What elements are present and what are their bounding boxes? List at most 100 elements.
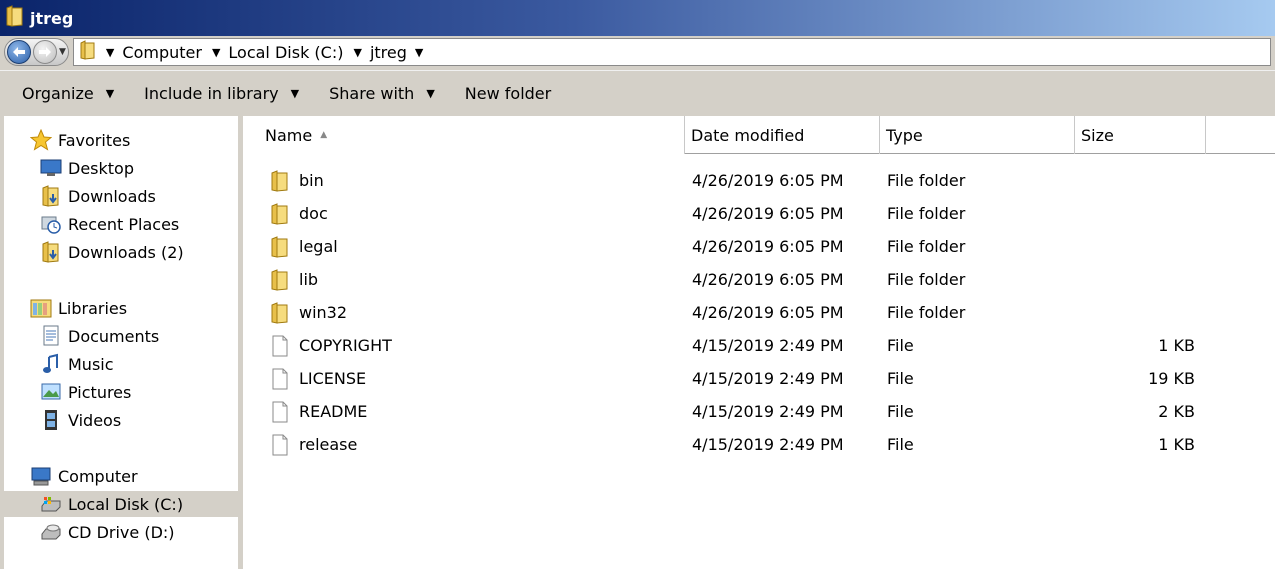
recent-places-icon [40,213,62,235]
chevron-down-icon[interactable]: ▼ [415,46,423,59]
file-name: COPYRIGHT [299,336,392,355]
recent-pages-dropdown-icon[interactable]: ▼ [59,47,66,57]
file-type: File folder [887,270,966,289]
nav-libraries-label: Libraries [58,298,128,318]
pictures-icon [40,381,62,403]
nav-item-music[interactable]: Music [40,351,114,377]
folder-icon [269,268,291,291]
column-header-label: Name [265,125,313,145]
file-row[interactable]: bin 4/26/2019 6:05 PM File folder [243,164,1275,197]
chevron-down-icon[interactable]: ▼ [106,46,114,59]
column-header-name[interactable]: Name ▲ [243,116,685,154]
back-button[interactable] [7,40,31,64]
file-name-cell[interactable]: LICENSE [269,362,679,395]
folder-icon [269,301,291,324]
file-size: 1 KB [1158,435,1195,454]
file-row[interactable]: lib 4/26/2019 6:05 PM File folder [243,263,1275,296]
nav-item-downloads[interactable]: Downloads [40,183,156,209]
file-name: release [299,435,358,454]
file-row[interactable]: LICENSE 4/15/2019 2:49 PM File 19 KB [243,362,1275,395]
new-folder-label: New folder [464,84,552,103]
folder-icon [269,235,291,258]
file-row[interactable]: release 4/15/2019 2:49 PM File 1 KB [243,428,1275,461]
breadcrumb-jtreg[interactable]: ▼ jtreg ▼ [353,43,423,62]
include-in-library-label: Include in library [144,84,279,103]
file-name-cell[interactable]: release [269,428,679,461]
nav-item-desktop[interactable]: Desktop [40,155,134,181]
include-in-library-button[interactable]: Include in library ▼ [144,84,299,103]
column-header-type[interactable]: Type [880,116,1075,154]
file-icon [269,368,291,390]
computer-icon [30,465,52,487]
breadcrumb-label[interactable]: jtreg [370,43,407,62]
nav-item-pictures[interactable]: Pictures [40,379,131,405]
file-row[interactable]: COPYRIGHT 4/15/2019 2:49 PM File 1 KB [243,329,1275,362]
column-header-label: Size [1081,125,1114,145]
nav-libraries[interactable]: Libraries [30,295,127,321]
file-date-modified: 4/26/2019 6:05 PM [692,204,844,223]
file-icon [269,335,291,357]
file-name-cell[interactable]: lib [269,263,679,296]
star-icon [30,129,52,151]
file-name-cell[interactable]: doc [269,197,679,230]
new-folder-button[interactable]: New folder [465,84,551,103]
file-name-cell[interactable]: win32 [269,296,679,329]
file-row[interactable]: doc 4/26/2019 6:05 PM File folder [243,197,1275,230]
file-name-cell[interactable]: legal [269,230,679,263]
nav-item-label: Downloads (2) [68,242,184,262]
nav-item-recent-places[interactable]: Recent Places [40,211,179,237]
share-with-button[interactable]: Share with ▼ [329,84,435,103]
address-box[interactable]: ▼ Computer ▼ Local Disk (C:) ▼ jtreg ▼ [72,38,1271,66]
file-name-cell[interactable]: bin [269,164,679,197]
breadcrumb-local-disk[interactable]: ▼ Local Disk (C:) [212,43,344,62]
share-with-label: Share with [329,84,415,103]
folder-icon [80,40,96,64]
address-bar-row: ▼ ▼ Computer ▼ Local Disk (C:) ▼ jtreg ▼ [0,36,1275,68]
file-name-cell[interactable]: README [269,395,679,428]
organize-button[interactable]: Organize ▼ [22,84,114,103]
file-name-cell[interactable]: COPYRIGHT [269,329,679,362]
file-row[interactable]: win32 4/26/2019 6:05 PM File folder [243,296,1275,329]
forward-button[interactable] [33,40,57,64]
column-header-label: Date modified [691,125,805,145]
file-row[interactable]: README 4/15/2019 2:49 PM File 2 KB [243,395,1275,428]
breadcrumb-computer[interactable]: ▼ Computer [106,43,202,62]
file-type: File [887,435,914,454]
file-name: legal [299,237,338,256]
nav-computer[interactable]: Computer [30,463,138,489]
nav-computer-label: Computer [58,466,138,486]
column-header-date-modified[interactable]: Date modified [685,116,880,154]
breadcrumb-label[interactable]: Local Disk (C:) [228,43,343,62]
file-type: File folder [887,204,966,223]
file-date-modified: 4/15/2019 2:49 PM [692,402,844,421]
column-header-size[interactable]: Size [1075,116,1206,154]
chevron-down-icon: ▼ [426,87,435,100]
nav-item-local-disk[interactable]: Local Disk (C:) [4,491,238,517]
chevron-down-icon[interactable]: ▼ [212,46,220,59]
nav-item-cd-drive[interactable]: CD Drive (D:) [40,519,175,545]
nav-item-documents[interactable]: Documents [40,323,159,349]
file-size [1075,296,1195,329]
file-date-modified: 4/26/2019 6:05 PM [692,270,844,289]
file-type: File [887,369,914,388]
desktop-icon [40,157,62,179]
file-date-modified: 4/15/2019 2:49 PM [692,369,844,388]
file-name: doc [299,204,328,223]
nav-item-videos[interactable]: Videos [40,407,121,433]
file-name: lib [299,270,319,289]
music-icon [40,353,62,375]
window-title: jtreg [30,8,74,28]
chevron-down-icon[interactable]: ▼ [353,46,361,59]
folder-icon [6,5,24,31]
downloads-folder-icon [40,241,62,263]
file-row[interactable]: legal 4/26/2019 6:05 PM File folder [243,230,1275,263]
nav-item-label: CD Drive (D:) [68,522,175,542]
column-header-row: Name ▲ Date modified Type Size [243,116,1275,154]
nav-item-label: Music [68,354,114,374]
file-icon [269,401,291,423]
nav-item-downloads-2[interactable]: Downloads (2) [40,239,184,265]
breadcrumb-label[interactable]: Computer [122,43,202,62]
title-bar: jtreg [0,0,1275,36]
nav-favorites[interactable]: Favorites [30,127,130,153]
file-size: 2 KB [1158,402,1195,421]
